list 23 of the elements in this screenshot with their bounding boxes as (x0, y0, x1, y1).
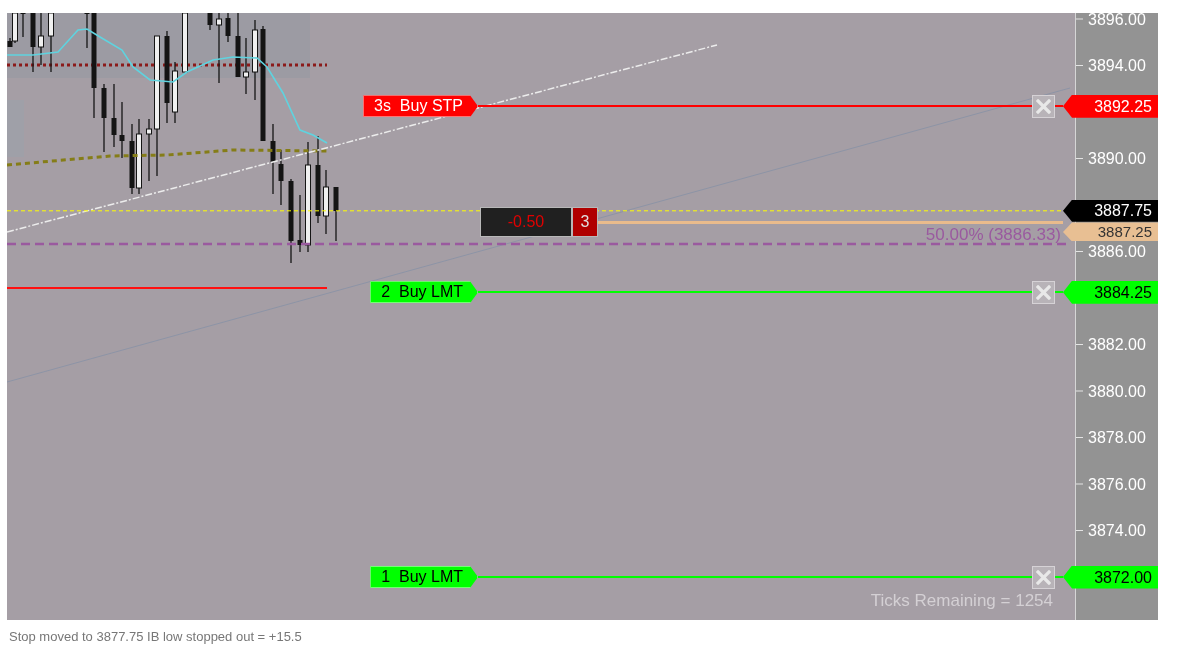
price-axis-label: 3894.00 (1088, 57, 1146, 74)
price-axis-label: 3896.00 (1088, 10, 1146, 28)
cancel-order-button[interactable] (1032, 94, 1055, 118)
order-label[interactable]: 2 Buy LMT (370, 281, 478, 304)
price-axis-label: 3878.00 (1088, 429, 1146, 446)
price-axis-label: 3874.00 (1088, 522, 1146, 539)
retracement-label: 50.00% (3886.33) (925, 226, 1061, 243)
notes-field[interactable]: Stop moved to 3877.75 IB low stopped out = +15.5 (9, 629, 302, 644)
cancel-order-button[interactable] (1032, 565, 1055, 589)
cancel-order-button[interactable] (1032, 280, 1055, 304)
close-icon (1036, 569, 1051, 585)
price-axis-label: 3886.00 (1088, 243, 1146, 260)
average-price-tag: 3887.25 (1063, 222, 1158, 242)
position-pnl: -0.50 (480, 207, 572, 238)
price-axis-label: 3882.00 (1088, 336, 1146, 353)
price-axis-label: 3890.00 (1088, 150, 1146, 167)
close-icon (1036, 98, 1051, 114)
position-quantity: 3 (572, 207, 598, 238)
close-icon (1036, 284, 1051, 300)
order-label[interactable]: 1 Buy LMT (370, 566, 478, 588)
price-axis-label: 3876.00 (1088, 475, 1146, 493)
price-axis-label: 3880.00 (1088, 382, 1146, 400)
order-label[interactable]: 3s Buy STP (363, 95, 478, 118)
